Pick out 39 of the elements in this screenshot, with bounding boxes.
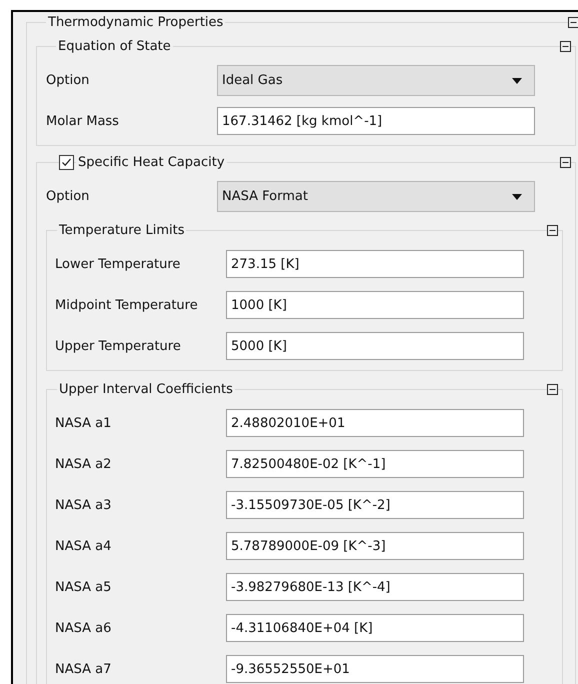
dropdown[interactable]: NASA Format xyxy=(217,181,535,212)
input-field[interactable]: 5000 [K] xyxy=(226,332,524,360)
group-title: Upper Interval Coefficients xyxy=(57,382,235,396)
group-title: Specific Heat Capacity xyxy=(76,154,227,170)
field-label: NASA a3 xyxy=(55,498,112,512)
dropdown[interactable]: Ideal Gas xyxy=(217,65,535,96)
group-title: Temperature Limits xyxy=(57,222,186,238)
field-label: Option xyxy=(46,189,90,204)
field-label: Midpoint Temperature xyxy=(55,298,199,312)
input-field[interactable]: -4.31106840E+04 [K] xyxy=(226,614,524,642)
input-field[interactable]: 2.48802010E+01 xyxy=(226,409,524,437)
collapse-icon[interactable] xyxy=(560,40,571,52)
collapse-icon[interactable] xyxy=(560,156,571,168)
field-label: Lower Temperature xyxy=(55,256,182,272)
checkbox[interactable] xyxy=(59,154,74,170)
input-field[interactable]: -9.36552550E+01 xyxy=(226,655,524,683)
group-title: Thermodynamic Properties xyxy=(46,14,226,30)
collapse-icon[interactable] xyxy=(547,384,558,394)
field-label: NASA a7 xyxy=(55,662,112,676)
input-field[interactable]: 273.15 [K] xyxy=(226,250,524,278)
field-label: NASA a6 xyxy=(55,620,112,636)
group-title: Equation of State xyxy=(56,38,173,54)
field-label: Upper Temperature xyxy=(55,338,182,354)
input-field[interactable]: 167.31462 [kg kmol^-1] xyxy=(217,107,535,135)
field-label: NASA a2 xyxy=(55,456,112,472)
collapse-icon[interactable] xyxy=(547,224,558,236)
field-label: NASA a4 xyxy=(55,538,112,554)
caret-icon xyxy=(512,194,522,200)
collapse-icon[interactable] xyxy=(568,16,578,28)
field-label: Molar Mass xyxy=(46,114,120,128)
input-field[interactable]: 7.82500480E-02 [K^-1] xyxy=(226,450,524,478)
input-field[interactable]: -3.15509730E-05 [K^-2] xyxy=(226,491,524,519)
input-field[interactable]: 1000 [K] xyxy=(226,291,524,319)
field-label: NASA a5 xyxy=(55,580,112,594)
caret-icon xyxy=(512,78,522,84)
input-field[interactable]: 5.78789000E-09 [K^-3] xyxy=(226,532,524,560)
field-label: NASA a1 xyxy=(55,416,112,430)
field-label: Option xyxy=(46,73,90,88)
input-field[interactable]: -3.98279680E-13 [K^-4] xyxy=(226,573,524,601)
